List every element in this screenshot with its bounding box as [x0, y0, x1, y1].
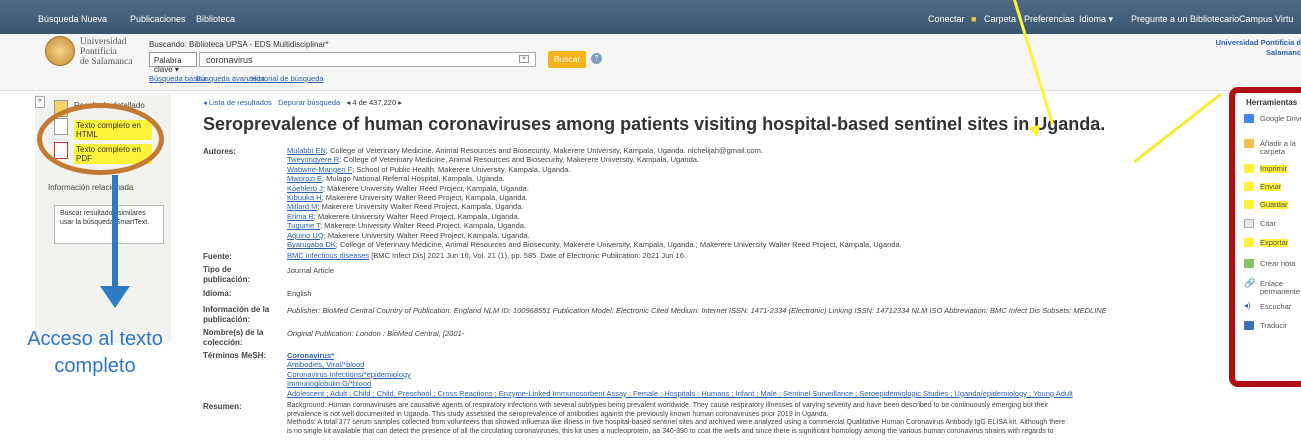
nav-language[interactable]: Idioma ▾ — [1079, 14, 1113, 25]
nav-virtual-campus[interactable]: Campus Virtu — [1239, 14, 1293, 24]
help-icon[interactable]: ? — [591, 53, 602, 64]
author-row: Koehlerb J; Makerere University Walter R… — [287, 183, 529, 193]
university-logo-text: Universidad Pontificia de Salamanca — [80, 37, 133, 67]
annotation-label: Acceso al texto completo — [27, 328, 163, 377]
author-row: Wabwire-Mangen F; School of Public Healt… — [287, 164, 571, 174]
mesh-term[interactable]: Coronavirus* — [287, 351, 1073, 360]
pubtype-label: Tipo de publicación: — [203, 265, 251, 284]
annotation-arrow-icon — [100, 286, 130, 308]
mesh-term[interactable]: Antibodies, Viral/*blood — [287, 360, 1073, 369]
nav-login[interactable]: Conectar — [928, 14, 965, 24]
author-row: Mworozi E; Mulago National Referral Hosp… — [287, 174, 505, 184]
author-row: Aquino UQ; Makerere University Walter Re… — [287, 230, 530, 240]
author-row: Tugume T; Makerere University Walter Ree… — [287, 221, 526, 231]
search-input[interactable]: coronavirus — [199, 52, 536, 67]
authors-list: Mulabbi EN; College of Veterinary Medici… — [287, 146, 902, 249]
mesh-terms: Coronavirus* Antibodies, Viral/*blood Co… — [287, 351, 1073, 398]
author-row: Tweyongyere R; College of Veterinary Med… — [287, 155, 699, 165]
institution-name: Universidad Pontificia d Salamanc — [1215, 38, 1301, 57]
annotation-arrow-shaft — [112, 175, 118, 287]
top-nav-bar: Búsqueda Nueva Publicaciones Biblioteca … — [0, 0, 1301, 34]
authors-label: Autores: — [203, 147, 236, 156]
searching-label: Buscando: Biblioteca UPSA - EDS Multidis… — [149, 40, 329, 49]
author-row: Kibuuka H; Makerere University Walter Re… — [287, 193, 528, 203]
collapse-panel-button[interactable]: « — [35, 96, 45, 108]
related-info-heading: Información relacionada — [48, 183, 134, 192]
mesh-term[interactable]: Coronavirus Infections/*epidemiology — [287, 370, 1073, 379]
author-row: Millard M; Makerere University Walter Re… — [287, 202, 524, 212]
result-position[interactable]: ◂ 4 de 437,220 ▸ — [346, 98, 402, 107]
nav-publications[interactable]: Publicaciones — [130, 14, 186, 24]
article-title: Seroprevalence of human coronaviruses am… — [203, 114, 1106, 134]
mesh-term[interactable]: Adolescent ; Adult ; Child ; Child, Pres… — [287, 389, 1073, 398]
refine-search-link[interactable]: Depurar búsqueda — [278, 98, 340, 107]
annotation-red-box — [1229, 87, 1301, 387]
source-value: BMC infectious diseases [BMC Infect Dis]… — [287, 251, 686, 260]
language-label: Idioma: — [203, 289, 232, 298]
author-row: Byarugaba DK; College of Veterinary Medi… — [287, 240, 902, 250]
search-button[interactable]: Buscar — [548, 51, 586, 68]
annotation-ellipse — [37, 103, 164, 175]
nav-preferences[interactable]: Preferencias — [1024, 14, 1075, 24]
pubinfo-label: Información de la publicación: — [203, 305, 270, 324]
nav-ask-librarian[interactable]: Pregunte a un Bibliotecario — [1131, 14, 1239, 24]
abstract-text: Background: Human coronaviruses are caus… — [287, 402, 1066, 435]
clear-icon[interactable]: × — [519, 55, 529, 63]
result-navigation: ◂ Lista de resultados Depurar búsqueda ◂… — [203, 98, 402, 107]
field-select[interactable]: Palabra clave ▾ — [149, 52, 197, 74]
nav-folder[interactable]: Carpeta — [984, 14, 1016, 24]
pubinfo-value: Publisher: BioMed Central Country of Pub… — [287, 306, 1107, 315]
back-to-results-link[interactable]: ◂ Lista de resultados — [203, 98, 272, 107]
collection-value: Original Publication: London : BioMed Ce… — [287, 329, 465, 338]
author-row: Erima B; Makerere University Walter Reed… — [287, 211, 520, 221]
collection-label: Nombre(s) de la colección: — [203, 328, 264, 347]
mesh-label: Términos MeSH: — [203, 351, 267, 360]
abstract-label: Resumen: — [203, 402, 242, 411]
source-journal-link[interactable]: BMC infectious diseases — [287, 251, 369, 260]
annotation-yellow-line — [1133, 93, 1222, 164]
author-row: Mulabbi EN; College of Veterinary Medici… — [287, 146, 763, 155]
folder-icon: ■ — [971, 14, 977, 24]
smarttext-search-button[interactable]: Buscar resultados similares usar la búsq… — [54, 205, 164, 244]
pubtype-value: Journal Article — [287, 266, 335, 275]
mesh-term[interactable]: Immunoglobulin G/*blood — [287, 379, 1073, 388]
language-value: English — [287, 289, 312, 298]
search-history-link[interactable]: Historial de búsqueda — [251, 74, 324, 83]
source-label: Fuente: — [203, 252, 232, 261]
nav-new-search[interactable]: Búsqueda Nueva — [38, 14, 107, 24]
university-seal-icon — [45, 36, 75, 66]
nav-library[interactable]: Biblioteca — [196, 14, 235, 24]
